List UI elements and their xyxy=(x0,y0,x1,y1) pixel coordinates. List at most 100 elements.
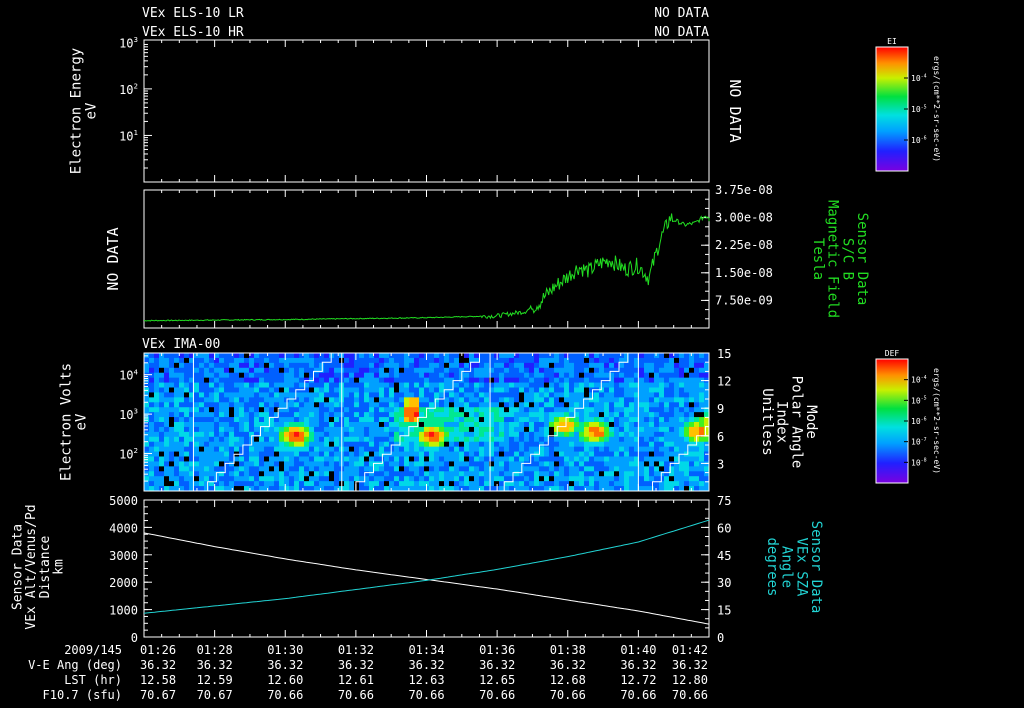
time-row-value: 12.65 xyxy=(479,673,515,687)
heatmap-cell xyxy=(559,412,565,418)
heatmap-cell xyxy=(574,441,580,448)
heatmap-cell xyxy=(474,436,480,443)
heatmap-cell xyxy=(479,402,485,408)
heatmap-cell xyxy=(369,426,375,433)
heatmap-cell xyxy=(249,471,255,477)
heatmap-cell xyxy=(684,422,690,428)
heatmap-cell xyxy=(694,461,700,467)
heatmap-cell xyxy=(399,387,405,393)
heatmap-cell xyxy=(464,402,470,408)
heatmap-cell xyxy=(419,407,425,413)
tick-base: 10 xyxy=(911,458,921,467)
heatmap-cell xyxy=(499,353,505,359)
heatmap-cell xyxy=(354,436,360,443)
heatmap-cell xyxy=(429,466,435,472)
heatmap-cell xyxy=(494,402,500,408)
heatmap-cell xyxy=(179,446,185,452)
heatmap-cell xyxy=(444,407,450,413)
heatmap-cell xyxy=(609,382,615,388)
heatmap-cell xyxy=(454,353,460,359)
heatmap-cell xyxy=(249,377,255,383)
heatmap-cell xyxy=(429,417,435,423)
heatmap-cell xyxy=(269,441,275,448)
heatmap-cell xyxy=(209,412,215,418)
heatmap-cell xyxy=(524,397,530,403)
heatmap-cell xyxy=(449,422,455,428)
heatmap-cell xyxy=(279,417,285,423)
heatmap-cell xyxy=(454,426,460,433)
heatmap-cell xyxy=(584,461,590,467)
heatmap-cell xyxy=(509,372,515,379)
heatmap-cell xyxy=(149,466,155,472)
heatmap-cell xyxy=(179,402,185,408)
heatmap-cell xyxy=(314,422,320,428)
heatmap-cell xyxy=(439,476,445,482)
heatmap-cell xyxy=(679,426,685,433)
heatmap-cell xyxy=(524,367,530,374)
heatmap-cell xyxy=(689,417,695,423)
heatmap-cell xyxy=(644,481,650,487)
heatmap-cell xyxy=(659,461,665,467)
heatmap-cell xyxy=(619,353,625,359)
heatmap-cell xyxy=(349,426,355,433)
heatmap-cell xyxy=(514,377,520,383)
heatmap-cell xyxy=(244,422,250,428)
heatmap-cell xyxy=(599,456,605,462)
heatmap-cell xyxy=(459,471,465,477)
heatmap-cell xyxy=(509,382,515,388)
heatmap-cell xyxy=(334,476,340,482)
heatmap-cell xyxy=(649,392,655,398)
heatmap-cell xyxy=(219,382,225,388)
heatmap-cell xyxy=(679,441,685,448)
heatmap-cell xyxy=(524,466,530,472)
heatmap-cell xyxy=(654,392,660,398)
heatmap-cell xyxy=(694,407,700,413)
heatmap-cell xyxy=(169,441,175,448)
heatmap-cell xyxy=(184,377,190,383)
heatmap-cell xyxy=(604,392,610,398)
heatmap-cell xyxy=(614,392,620,398)
heatmap-cell xyxy=(434,377,440,383)
heatmap-cell xyxy=(199,471,205,477)
heatmap-cell xyxy=(519,372,525,379)
heatmap-cell xyxy=(394,431,400,438)
heatmap-cell xyxy=(519,446,525,452)
heatmap-cell xyxy=(614,422,620,428)
heatmap-cell xyxy=(244,417,250,423)
heatmap-cell xyxy=(554,446,560,452)
heatmap-cell xyxy=(579,481,585,487)
heatmap-cell xyxy=(199,431,205,438)
time-row-value: 36.32 xyxy=(408,658,444,672)
heatmap-cell xyxy=(359,382,365,388)
heatmap-cell xyxy=(474,382,480,388)
heatmap-cell xyxy=(159,382,165,388)
heatmap-cell xyxy=(364,422,370,428)
tick-exponent: -4 xyxy=(921,73,927,79)
heatmap-cell xyxy=(374,357,380,364)
heatmap-cell xyxy=(414,353,420,359)
heatmap-cell xyxy=(309,382,315,388)
heatmap-cell xyxy=(459,446,465,452)
heatmap-cell xyxy=(184,402,190,408)
heatmap-cell xyxy=(279,367,285,374)
heatmap-cell xyxy=(534,426,540,433)
heatmap-cell xyxy=(294,456,300,462)
heatmap-cell xyxy=(479,367,485,374)
heatmap-cell xyxy=(499,431,505,438)
heatmap-cell xyxy=(319,422,325,428)
heatmap-cell xyxy=(694,377,700,383)
heatmap-cell xyxy=(584,422,590,428)
heatmap-cell xyxy=(659,431,665,438)
heatmap-cell xyxy=(629,382,635,388)
heatmap-cell xyxy=(144,481,150,487)
polar-index-axis-label: Unitless xyxy=(759,388,775,455)
heatmap-cell xyxy=(629,481,635,487)
heatmap-cell xyxy=(179,387,185,393)
heatmap-cell xyxy=(629,392,635,398)
heatmap-cell xyxy=(299,367,305,374)
heatmap-cell xyxy=(524,426,530,433)
heatmap-cell xyxy=(474,441,480,448)
heatmap-cell xyxy=(564,426,570,433)
heatmap-cell xyxy=(229,431,235,438)
heatmap-cell xyxy=(644,471,650,477)
